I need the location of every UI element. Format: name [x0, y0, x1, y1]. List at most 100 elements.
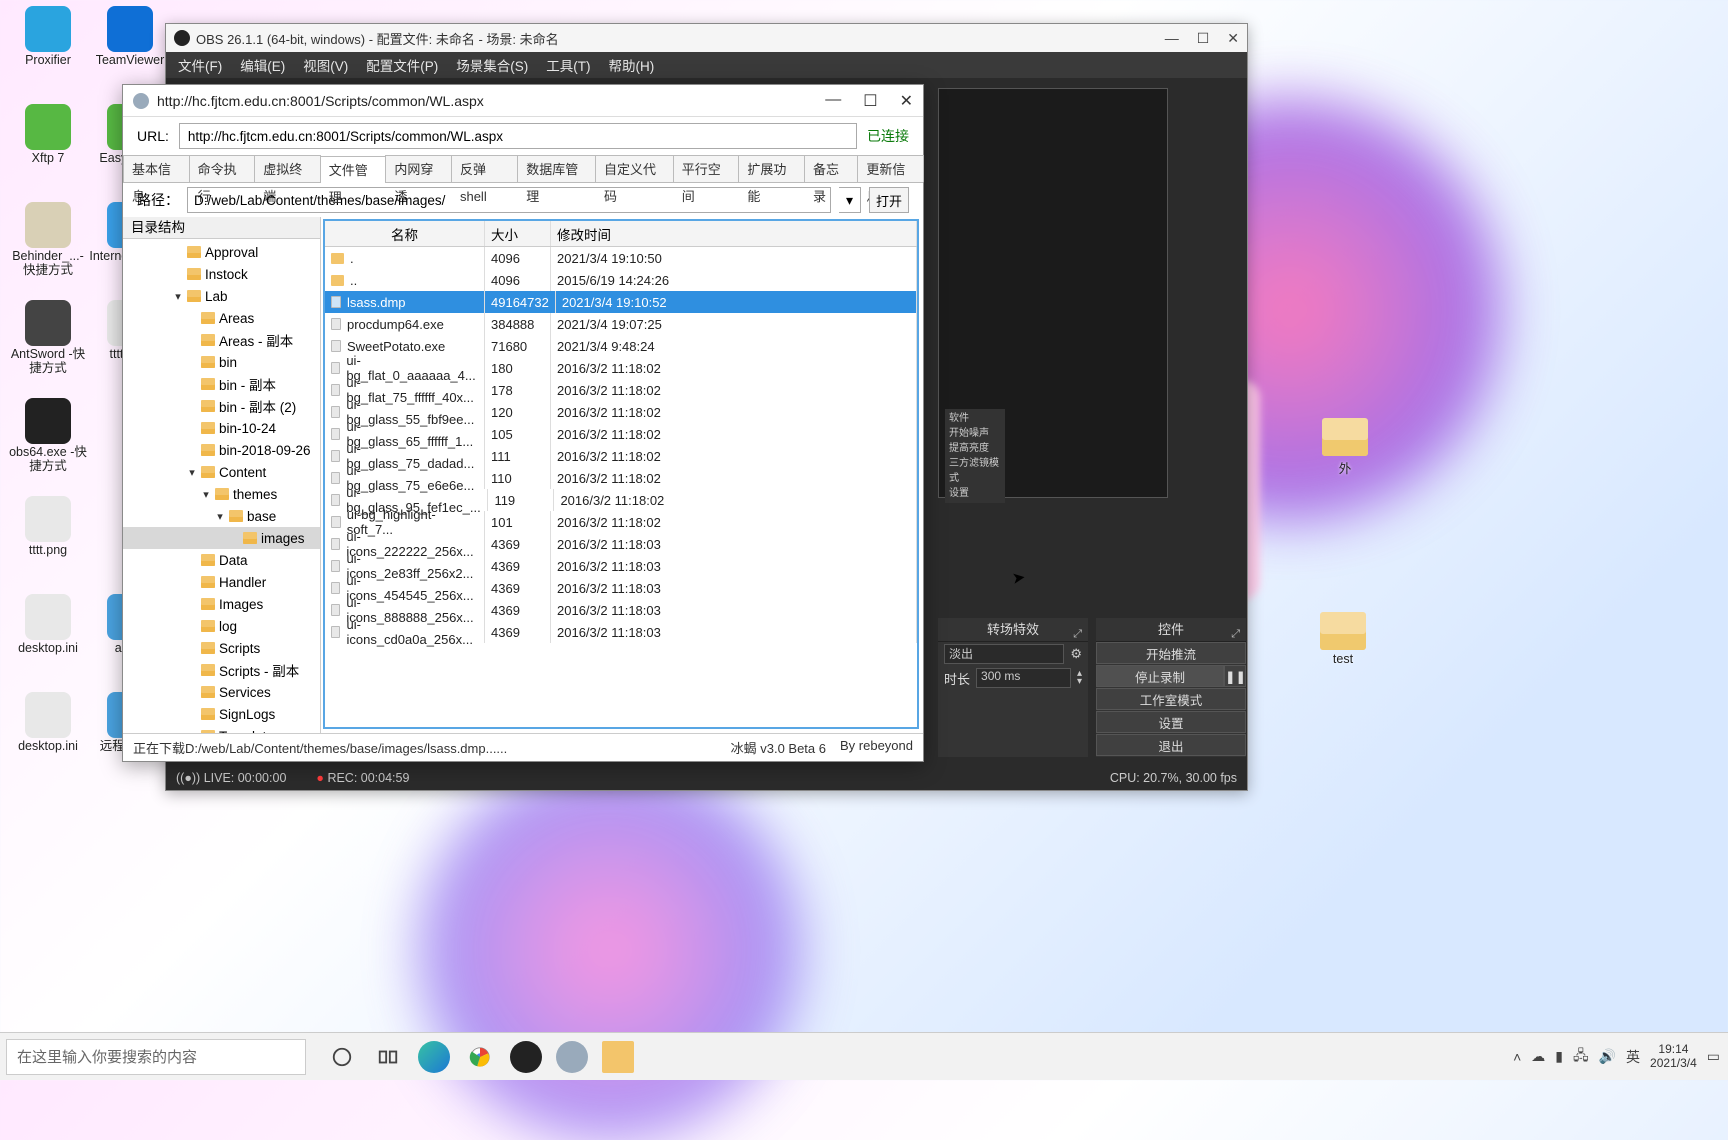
- popout-icon[interactable]: ⤢: [1231, 622, 1240, 646]
- obs-titlebar[interactable]: OBS 26.1.1 (64-bit, windows) - 配置文件: 未命名…: [166, 24, 1247, 52]
- preview-item[interactable]: 三方滤镜模式: [949, 456, 1001, 486]
- tab-6[interactable]: 数据库管理: [517, 155, 596, 182]
- tab-3[interactable]: 文件管理: [320, 156, 387, 183]
- table-row[interactable]: ui-icons_cd0a0a_256x...43692016/3/2 11:1…: [325, 621, 917, 643]
- desktop-icon[interactable]: obs64.exe -快捷方式: [6, 398, 90, 474]
- tree-node[interactable]: Data: [123, 549, 320, 571]
- tree-node[interactable]: Template: [123, 725, 320, 733]
- table-row[interactable]: ..40962015/6/19 14:24:26: [325, 269, 917, 291]
- col-time[interactable]: 修改时间: [551, 221, 917, 246]
- path-input[interactable]: D:/web/Lab/Content/themes/base/images/: [187, 187, 831, 213]
- desktop-icon[interactable]: test: [1320, 612, 1366, 666]
- tree-node[interactable]: Scripts: [123, 637, 320, 659]
- tree-node[interactable]: bin - 副本: [123, 373, 320, 395]
- open-button[interactable]: 打开: [869, 187, 909, 213]
- cortana-icon[interactable]: [326, 1041, 358, 1073]
- control-button[interactable]: 开始推流: [1096, 642, 1246, 664]
- menu-item[interactable]: 帮助(H): [609, 55, 655, 75]
- maximize-icon[interactable]: ☐: [863, 91, 877, 111]
- menu-item[interactable]: 场景集合(S): [456, 55, 528, 75]
- desktop-icon[interactable]: AntSword -快捷方式: [6, 300, 90, 376]
- desktop-icon[interactable]: Xftp 7: [6, 104, 90, 166]
- onedrive-icon[interactable]: ☁: [1531, 1048, 1545, 1065]
- desktop-icon[interactable]: TeamViewer: [88, 6, 172, 68]
- tree-node[interactable]: Areas: [123, 307, 320, 329]
- preview-item[interactable]: 提高亮度: [949, 441, 1001, 456]
- tab-1[interactable]: 命令执行: [189, 155, 256, 182]
- table-row[interactable]: lsass.dmp491647322021/3/4 19:10:52: [325, 291, 917, 313]
- desktop-icon[interactable]: Proxifier: [6, 6, 90, 68]
- tab-2[interactable]: 虚拟终端: [254, 155, 321, 182]
- tab-11[interactable]: 更新信息: [857, 155, 924, 182]
- obs-preview[interactable]: 软件开始噪声提高亮度三方滤镜模式设置: [938, 88, 1168, 498]
- popout-icon[interactable]: ⤢: [1073, 622, 1082, 646]
- minimize-icon[interactable]: —: [825, 91, 841, 111]
- tree-node[interactable]: Services: [123, 681, 320, 703]
- tree-node[interactable]: ▾Lab: [123, 285, 320, 307]
- desktop-icon[interactable]: desktop.ini: [6, 594, 90, 656]
- network-icon[interactable]: 🖧: [1573, 1045, 1589, 1069]
- menu-item[interactable]: 文件(F): [178, 55, 222, 75]
- desktop-icon[interactable]: 外: [1322, 418, 1368, 477]
- behinder-titlebar[interactable]: http://hc.fjtcm.edu.cn:8001/Scripts/comm…: [123, 85, 923, 117]
- stop-record-button[interactable]: 停止录制: [1096, 665, 1224, 687]
- chrome-icon[interactable]: [464, 1041, 496, 1073]
- table-row[interactable]: procdump64.exe3848882021/3/4 19:07:25: [325, 313, 917, 335]
- menu-item[interactable]: 编辑(E): [240, 55, 285, 75]
- col-name[interactable]: 名称: [325, 221, 485, 246]
- explorer-icon[interactable]: [602, 1041, 634, 1073]
- minimize-icon[interactable]: —: [1165, 30, 1179, 47]
- task-view-icon[interactable]: [372, 1041, 404, 1073]
- tree-node[interactable]: bin-2018-09-26: [123, 439, 320, 461]
- url-input[interactable]: [179, 123, 857, 149]
- control-button[interactable]: 工作室模式: [1096, 688, 1246, 710]
- gear-icon[interactable]: ⚙: [1070, 646, 1082, 662]
- tray-up-icon[interactable]: ˄: [1513, 1049, 1521, 1065]
- tree-node[interactable]: Scripts - 副本: [123, 659, 320, 681]
- pause-button[interactable]: ❚❚: [1224, 665, 1246, 687]
- desktop-icon[interactable]: Behinder_...-快捷方式: [6, 202, 90, 278]
- tree-node[interactable]: log: [123, 615, 320, 637]
- stepper-icon[interactable]: ▴▾: [1077, 670, 1082, 686]
- control-button[interactable]: 退出: [1096, 734, 1246, 756]
- tab-7[interactable]: 自定义代码: [595, 155, 674, 182]
- tab-10[interactable]: 备忘录: [804, 155, 858, 182]
- tab-8[interactable]: 平行空间: [673, 155, 740, 182]
- behinder-taskbar-icon[interactable]: [556, 1041, 588, 1073]
- control-button[interactable]: 设置: [1096, 711, 1246, 733]
- ime-indicator[interactable]: 英: [1626, 1047, 1640, 1067]
- tree-node[interactable]: ▾themes: [123, 483, 320, 505]
- tab-5[interactable]: 反弹shell: [451, 155, 518, 182]
- tree-node[interactable]: bin - 副本 (2): [123, 395, 320, 417]
- preview-item[interactable]: 软件: [949, 411, 1001, 426]
- tree-node[interactable]: images: [123, 527, 320, 549]
- tree-node[interactable]: bin: [123, 351, 320, 373]
- tab-4[interactable]: 内网穿透: [385, 155, 452, 182]
- tree-node[interactable]: Areas - 副本: [123, 329, 320, 351]
- tree-node[interactable]: SignLogs: [123, 703, 320, 725]
- search-input[interactable]: 在这里输入你要搜索的内容: [6, 1039, 306, 1075]
- volume-icon[interactable]: 🔊: [1599, 1048, 1616, 1065]
- menu-item[interactable]: 视图(V): [303, 55, 348, 75]
- col-size[interactable]: 大小: [485, 221, 551, 246]
- tree-node[interactable]: Approval: [123, 241, 320, 263]
- transition-select[interactable]: 淡出: [944, 644, 1064, 664]
- duration-input[interactable]: 300 ms: [976, 668, 1071, 688]
- close-icon[interactable]: ✕: [900, 91, 913, 111]
- menu-item[interactable]: 工具(T): [546, 55, 590, 75]
- obs-taskbar-icon[interactable]: [510, 1041, 542, 1073]
- battery-icon[interactable]: ▮: [1555, 1048, 1563, 1065]
- preview-item[interactable]: 开始噪声: [949, 426, 1001, 441]
- tab-9[interactable]: 扩展功能: [738, 155, 805, 182]
- tab-0[interactable]: 基本信息: [123, 155, 190, 182]
- path-dropdown[interactable]: ▾: [839, 187, 861, 213]
- close-icon[interactable]: ✕: [1227, 30, 1239, 47]
- desktop-icon[interactable]: desktop.ini: [6, 692, 90, 754]
- notification-icon[interactable]: ▭: [1707, 1048, 1720, 1065]
- menu-item[interactable]: 配置文件(P): [366, 55, 438, 75]
- tree-node[interactable]: Handler: [123, 571, 320, 593]
- tree-node[interactable]: Instock: [123, 263, 320, 285]
- table-row[interactable]: .40962021/3/4 19:10:50: [325, 247, 917, 269]
- desktop-icon[interactable]: tttt.png: [6, 496, 90, 558]
- tree-node[interactable]: ▾Content: [123, 461, 320, 483]
